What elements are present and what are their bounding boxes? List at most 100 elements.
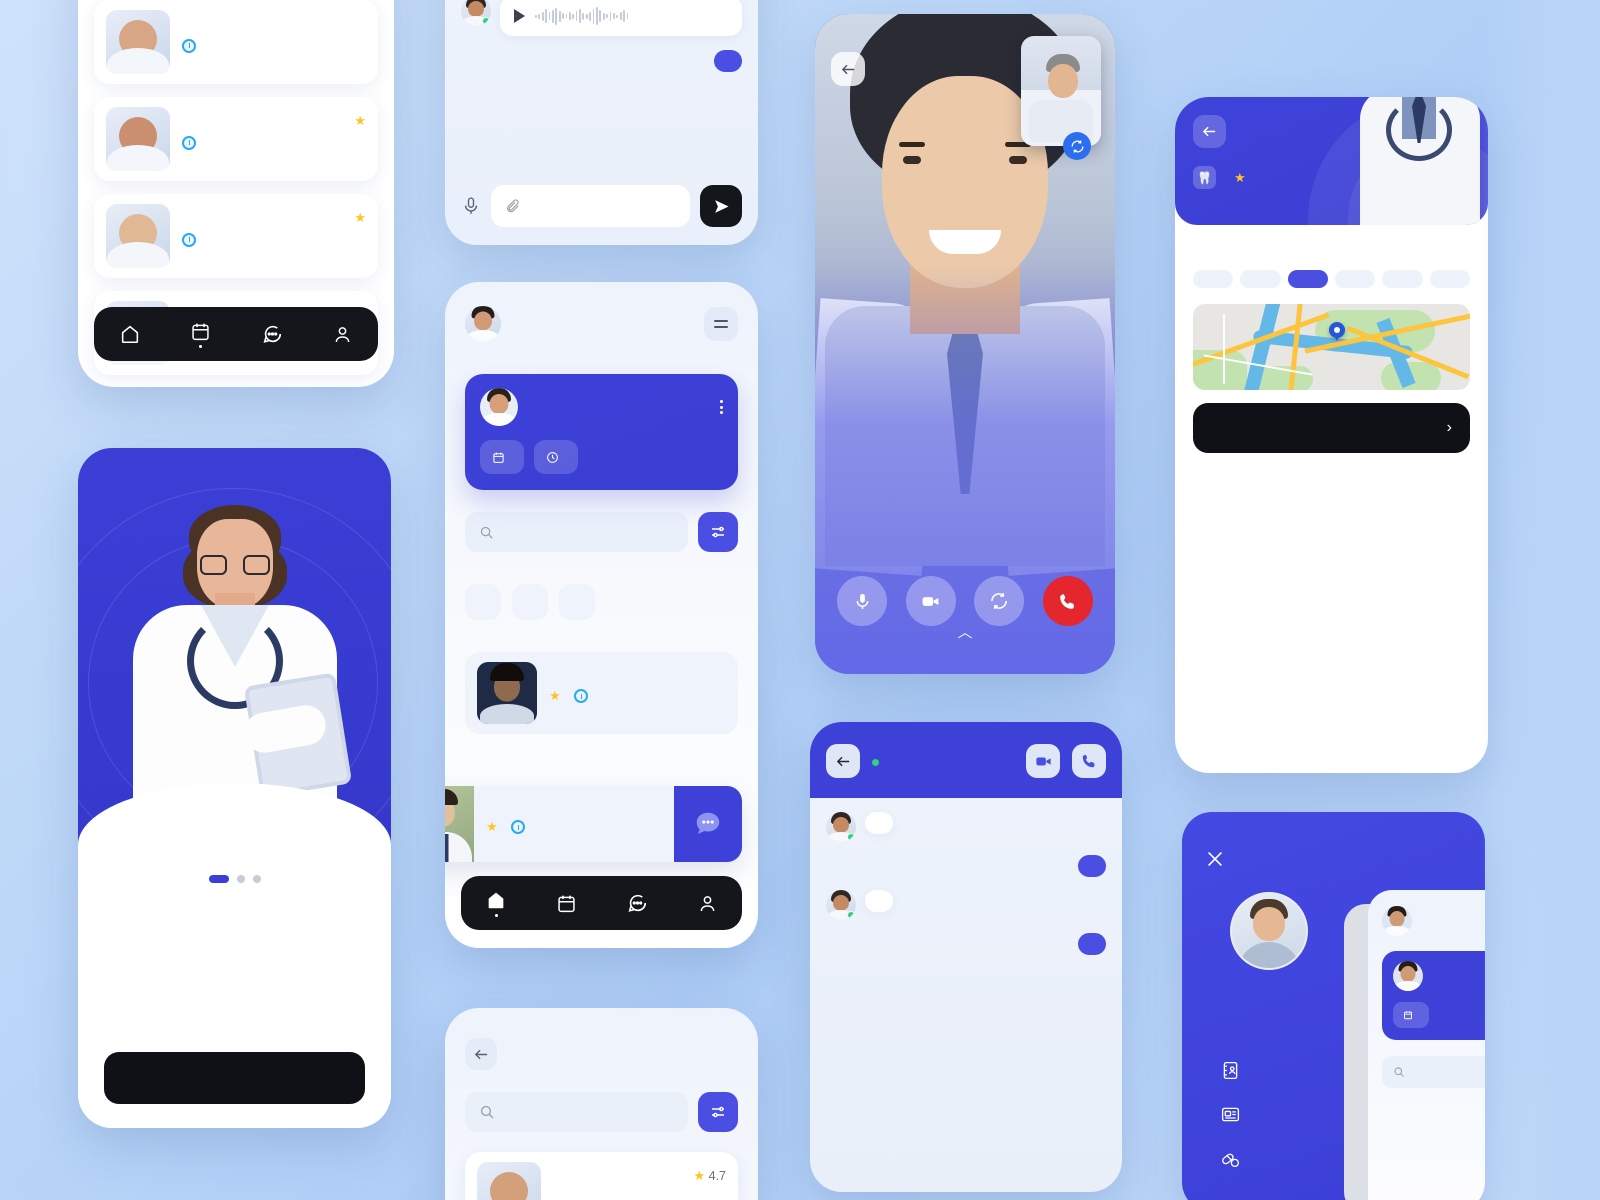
chat-button[interactable] bbox=[674, 786, 742, 862]
doctor-rating: ★ bbox=[486, 819, 498, 835]
book-appointment-button[interactable]: › bbox=[1193, 403, 1470, 453]
category-chip-dentist[interactable] bbox=[465, 584, 501, 620]
filter-button[interactable] bbox=[698, 512, 738, 552]
star-icon: ★ bbox=[1234, 170, 1246, 185]
star-icon: ★ bbox=[354, 113, 366, 128]
active-indicator bbox=[494, 914, 498, 917]
end-call-button[interactable] bbox=[1042, 576, 1093, 626]
schedule-day[interactable] bbox=[1193, 270, 1234, 288]
menu-item-medication[interactable] bbox=[1220, 1148, 1257, 1169]
dot[interactable] bbox=[236, 875, 245, 883]
appointment-time-chip bbox=[534, 440, 578, 474]
back-button[interactable] bbox=[831, 52, 865, 86]
avatar bbox=[826, 812, 856, 842]
play-icon[interactable] bbox=[514, 9, 525, 23]
schedule-day[interactable] bbox=[1334, 270, 1376, 288]
menu-item-personal-info[interactable] bbox=[1220, 1060, 1257, 1081]
video-call-button[interactable] bbox=[1026, 744, 1060, 778]
profile-drawer-panel bbox=[1182, 812, 1485, 1200]
appointment-date-chip bbox=[1393, 1002, 1429, 1028]
tab-home[interactable] bbox=[485, 889, 507, 917]
schedule-day[interactable] bbox=[1240, 270, 1281, 288]
search-doctor-input[interactable] bbox=[465, 1092, 688, 1132]
star-icon: ★ bbox=[354, 210, 366, 225]
insurance-icon bbox=[1221, 1107, 1240, 1122]
arrow-left-icon bbox=[836, 756, 849, 766]
clock-icon bbox=[182, 232, 196, 247]
switch-camera-button[interactable] bbox=[1063, 132, 1091, 160]
user-avatar[interactable] bbox=[465, 306, 501, 342]
tab-chat[interactable] bbox=[261, 323, 283, 345]
calendar-icon bbox=[493, 452, 504, 463]
voice-message-row bbox=[461, 0, 742, 36]
right-edge-fade bbox=[1482, 0, 1600, 1200]
doctor-card[interactable]: ★ 4.7 bbox=[465, 1152, 738, 1200]
doctor-card[interactable] bbox=[94, 0, 378, 84]
video-call-panel: ︿ bbox=[815, 14, 1115, 674]
menu-button[interactable] bbox=[704, 307, 738, 341]
schedule-day[interactable] bbox=[1382, 270, 1423, 288]
back-button[interactable] bbox=[826, 744, 860, 778]
doctor-card[interactable]: ★ bbox=[94, 97, 378, 181]
get-started-button[interactable] bbox=[104, 1052, 365, 1104]
location-map[interactable] bbox=[1193, 304, 1470, 390]
category-chip-bone[interactable] bbox=[559, 584, 595, 620]
dot[interactable] bbox=[252, 875, 261, 883]
star-icon: ★ bbox=[549, 688, 561, 703]
more-options-icon[interactable] bbox=[720, 400, 723, 414]
search-input[interactable] bbox=[465, 512, 688, 552]
top-rated-doctor-card[interactable]: ★ bbox=[465, 652, 738, 734]
message-composer bbox=[461, 185, 742, 227]
switch-camera-button[interactable] bbox=[974, 576, 1025, 626]
doctor-avatar bbox=[106, 107, 170, 171]
tab-profile[interactable] bbox=[332, 324, 353, 345]
doctor-rating: ★ bbox=[1234, 169, 1246, 186]
doctor-card[interactable]: ★ bbox=[94, 194, 378, 278]
self-video-thumbnail[interactable] bbox=[1021, 36, 1101, 146]
mute-button[interactable] bbox=[837, 576, 887, 626]
send-button[interactable] bbox=[700, 185, 742, 227]
chevron-right-icon: › bbox=[1446, 419, 1452, 436]
search-icon bbox=[1394, 1067, 1404, 1077]
video-icon bbox=[922, 596, 939, 606]
search-row bbox=[465, 512, 738, 552]
voice-call-button[interactable] bbox=[1072, 744, 1106, 778]
message-input[interactable] bbox=[491, 185, 690, 227]
search-input bbox=[1382, 1056, 1485, 1088]
schedule-day-selected[interactable] bbox=[1287, 270, 1328, 288]
close-button[interactable] bbox=[1204, 848, 1226, 870]
onboarding-panel bbox=[78, 448, 391, 1128]
tab-calendar[interactable] bbox=[190, 321, 211, 348]
clock-icon bbox=[573, 689, 588, 703]
tooth-icon: 🦷 bbox=[1193, 166, 1216, 189]
tab-calendar[interactable] bbox=[556, 893, 577, 914]
avatar bbox=[826, 890, 856, 920]
back-button[interactable] bbox=[465, 1038, 497, 1070]
microphone-icon[interactable] bbox=[461, 194, 481, 218]
voice-message-bubble[interactable] bbox=[500, 0, 742, 36]
appointment-card[interactable] bbox=[465, 374, 738, 490]
avatar[interactable] bbox=[1230, 892, 1308, 970]
arrow-left-icon bbox=[474, 1049, 487, 1059]
video-toggle-button[interactable] bbox=[905, 576, 956, 626]
filter-button[interactable] bbox=[698, 1092, 738, 1132]
onboarding-sheet bbox=[78, 783, 391, 1128]
avatar bbox=[480, 388, 518, 426]
attachment-icon[interactable] bbox=[505, 198, 521, 214]
switch-camera-icon bbox=[991, 593, 1008, 609]
details-panel: 🦷 ★ › bbox=[1175, 97, 1488, 773]
tab-profile[interactable] bbox=[697, 893, 718, 914]
home-panel: ★ ★ bbox=[445, 282, 758, 948]
bottom-tab-bar bbox=[94, 307, 378, 361]
dot-active[interactable] bbox=[208, 875, 229, 883]
chevron-up-icon[interactable]: ︿ bbox=[815, 621, 1115, 642]
back-button[interactable] bbox=[1193, 115, 1226, 148]
category-chip-heart-surgeon[interactable] bbox=[512, 584, 548, 620]
menu-item-insurance[interactable] bbox=[1220, 1104, 1257, 1125]
tab-chat[interactable] bbox=[626, 892, 648, 914]
floating-doctor-card[interactable]: ★ bbox=[445, 786, 742, 862]
tab-home[interactable] bbox=[119, 323, 141, 345]
microphone-icon bbox=[856, 593, 868, 609]
close-icon bbox=[1207, 851, 1223, 867]
schedule-day[interactable] bbox=[1429, 270, 1470, 288]
